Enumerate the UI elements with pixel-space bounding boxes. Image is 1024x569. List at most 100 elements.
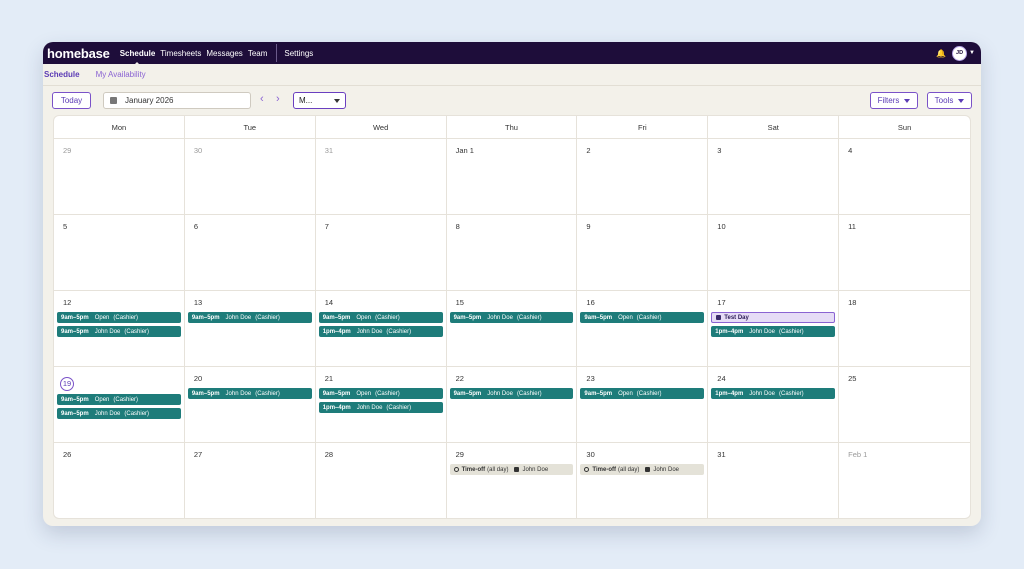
weekday-mon: Mon bbox=[54, 116, 185, 138]
avatar[interactable]: JD bbox=[952, 45, 968, 61]
toolbar: Today January 2026 ‹ › M... Filters Tool… bbox=[43, 86, 981, 114]
day-cell[interactable]: 17 Test Day 1pm–4pm John Doe (Cashier) bbox=[708, 291, 840, 366]
timeoff-detail: (all day) bbox=[617, 466, 640, 473]
date-number: 6 bbox=[193, 222, 199, 231]
day-cell[interactable]: 9 bbox=[577, 215, 709, 290]
shift-block[interactable]: 9am–5pm Open (Cashier) bbox=[57, 394, 181, 405]
shift-employee: John Doe bbox=[749, 328, 775, 335]
date-number: 31 bbox=[717, 450, 726, 459]
shift-block[interactable]: 9am–5pm John Doe (Cashier) bbox=[187, 312, 312, 323]
day-cell[interactable]: 23 9am–5pm Open (Cashier) bbox=[577, 367, 709, 442]
day-cell[interactable]: 11 bbox=[839, 215, 970, 290]
day-cell[interactable]: 21 9am–5pm Open (Cashier) 1pm–4pm John Doe (Ca… bbox=[316, 367, 447, 442]
tab-my-availability[interactable]: My Availability bbox=[96, 70, 146, 79]
shift-block[interactable]: 9am–5pm Open (Cashier) bbox=[580, 388, 705, 399]
shift-time: 9am–5pm bbox=[584, 314, 613, 321]
view-select[interactable]: M... bbox=[293, 92, 346, 109]
shift-block[interactable]: 9am–5pm John Doe (Cashier) bbox=[449, 312, 574, 323]
day-cell[interactable]: 29 bbox=[54, 139, 185, 214]
shift-role: (Cashier) bbox=[386, 328, 412, 335]
chevron-left-icon[interactable]: ‹ bbox=[260, 93, 264, 105]
day-cell[interactable]: 16 9am–5pm Open (Cashier) bbox=[577, 291, 709, 366]
chevron-right-icon[interactable]: › bbox=[276, 93, 280, 105]
day-cell[interactable]: 24 1pm–4pm John Doe (Cashier) bbox=[708, 367, 840, 442]
day-cell[interactable]: 10 bbox=[708, 215, 840, 290]
day-cell[interactable]: 29 Time-off (all day) John Doe bbox=[447, 443, 578, 518]
day-cell[interactable]: 22 9am–5pm John Doe (Cashier) bbox=[447, 367, 578, 442]
day-cell[interactable]: Feb 1 bbox=[839, 443, 970, 518]
day-cell[interactable]: Jan 1 bbox=[447, 139, 578, 214]
day-cell[interactable]: 6 bbox=[185, 215, 316, 290]
nav-messages[interactable]: Messages bbox=[206, 49, 242, 58]
homebase-logo[interactable]: homebase bbox=[47, 46, 110, 61]
day-cell[interactable]: 13 9am–5pm John Doe (Cashier) bbox=[185, 291, 316, 366]
shift-block[interactable]: 9am–5pm Open (Cashier) bbox=[580, 312, 705, 323]
filters-button[interactable]: Filters bbox=[870, 92, 918, 109]
shift-block[interactable]: 9am–5pm John Doe (Cashier) bbox=[187, 388, 312, 399]
shift-role: (Cashier) bbox=[375, 314, 400, 321]
date-number: 14 bbox=[324, 298, 334, 307]
date-number: 24 bbox=[717, 374, 726, 383]
event-block[interactable]: Test Day bbox=[711, 312, 836, 323]
shift-time: 9am–5pm bbox=[453, 314, 482, 321]
date-number: 27 bbox=[193, 450, 203, 459]
today-button[interactable]: Today bbox=[52, 92, 91, 109]
day-cell[interactable]: 31 bbox=[316, 139, 447, 214]
day-cell[interactable]: 30 bbox=[185, 139, 316, 214]
person-icon bbox=[645, 467, 651, 472]
shift-block[interactable]: 9am–5pm John Doe (Cashier) bbox=[57, 408, 181, 419]
day-cell[interactable]: 28 bbox=[316, 443, 447, 518]
chevron-down-icon[interactable]: ▼ bbox=[969, 50, 975, 56]
date-number: Jan 1 bbox=[455, 146, 474, 155]
day-cell[interactable]: 5 bbox=[54, 215, 185, 290]
day-cell[interactable]: 19 9am–5pm Open (Cashier) 9am–5pm John Doe (Ca… bbox=[54, 367, 185, 442]
shift-block[interactable]: 9am–5pm Open (Cashier) bbox=[57, 312, 181, 323]
shift-role: (Cashier) bbox=[255, 314, 280, 321]
shift-time: 9am–5pm bbox=[191, 390, 220, 397]
shift-block[interactable]: 1pm–4pm John Doe (Cashier) bbox=[711, 326, 836, 337]
date-picker[interactable]: January 2026 bbox=[103, 92, 251, 109]
week-row: 26 27 28 29 Time-off (all day) John Doe 30 Time-… bbox=[54, 443, 970, 518]
day-cell[interactable]: 4 bbox=[839, 139, 970, 214]
weekday-header: Mon Tue Wed Thu Fri Sat Sun bbox=[54, 116, 970, 139]
date-number: 29 bbox=[455, 450, 464, 459]
shift-role: (Cashier) bbox=[516, 390, 542, 397]
day-cell[interactable]: 7 bbox=[316, 215, 447, 290]
timeoff-block[interactable]: Time-off (all day) John Doe bbox=[449, 464, 574, 475]
nav-team[interactable]: Team bbox=[248, 49, 268, 58]
day-cell[interactable]: 18 bbox=[839, 291, 970, 366]
date-number: 7 bbox=[324, 222, 329, 231]
date-number: 30 bbox=[193, 146, 203, 155]
bell-icon[interactable]: 🔔 bbox=[936, 49, 946, 58]
day-cell[interactable]: 2 bbox=[577, 139, 709, 214]
day-cell[interactable]: 12 9am–5pm Open (Cashier) 9am–5pm John Doe (Ca… bbox=[54, 291, 185, 366]
nav-timesheets[interactable]: Timesheets bbox=[160, 49, 201, 58]
timeoff-detail: (all day) bbox=[487, 466, 509, 473]
day-cell[interactable]: 14 9am–5pm Open (Cashier) 1pm–4pm John Doe (Ca… bbox=[316, 291, 447, 366]
shift-employee: Open bbox=[94, 396, 110, 403]
day-cell[interactable]: 31 bbox=[708, 443, 840, 518]
shift-block[interactable]: 9am–5pm Open (Cashier) bbox=[318, 312, 443, 323]
shift-block[interactable]: 9am–5pm Open (Cashier) bbox=[318, 388, 443, 399]
day-cell[interactable]: 3 bbox=[708, 139, 840, 214]
day-cell[interactable]: 8 bbox=[447, 215, 578, 290]
day-cell[interactable]: 15 9am–5pm John Doe (Cashier) bbox=[447, 291, 578, 366]
day-cell[interactable]: 20 9am–5pm John Doe (Cashier) bbox=[185, 367, 316, 442]
nav-schedule[interactable]: Schedule bbox=[120, 49, 155, 65]
tab-schedule[interactable]: Schedule bbox=[44, 70, 80, 79]
day-cell[interactable]: 30 Time-off (all day) John Doe bbox=[577, 443, 709, 518]
day-cell[interactable]: 26 bbox=[54, 443, 185, 518]
calendar-icon bbox=[110, 97, 117, 104]
shift-block[interactable]: 1pm–4pm John Doe (Cashier) bbox=[318, 402, 443, 413]
nav-settings[interactable]: Settings bbox=[284, 49, 313, 58]
shift-block[interactable]: 1pm–4pm John Doe (Cashier) bbox=[711, 388, 836, 399]
sub-tabs: Schedule My Availability bbox=[43, 64, 981, 86]
shift-block[interactable]: 9am–5pm John Doe (Cashier) bbox=[57, 326, 181, 337]
day-cell[interactable]: 25 bbox=[839, 367, 970, 442]
day-cell[interactable]: 27 bbox=[185, 443, 316, 518]
timeoff-block[interactable]: Time-off (all day) John Doe bbox=[580, 464, 705, 475]
shift-block[interactable]: 1pm–4pm John Doe (Cashier) bbox=[318, 326, 443, 337]
tools-button[interactable]: Tools bbox=[927, 92, 972, 109]
date-number: 29 bbox=[63, 146, 72, 155]
shift-block[interactable]: 9am–5pm John Doe (Cashier) bbox=[449, 388, 574, 399]
